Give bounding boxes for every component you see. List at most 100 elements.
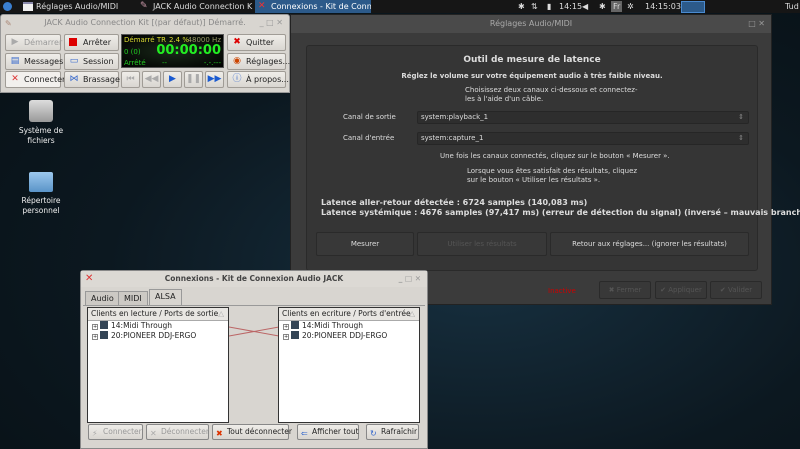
- task-label: Réglages Audio/MIDI: [36, 2, 119, 11]
- output-ports-list[interactable]: Clients en lecture / Ports de sortie △ +1…: [87, 307, 229, 423]
- workspace-switcher[interactable]: [681, 1, 705, 13]
- window-controls[interactable]: _ □ ✕: [399, 271, 421, 287]
- input-channel-select[interactable]: system:capture_1 ⇕: [417, 132, 749, 145]
- client-icon: [291, 331, 299, 339]
- connexions-window: ✕ Connexions - Kit de Connexion Audio JAC…: [80, 270, 428, 449]
- header-label: Clients en lecture / Ports de sortie: [91, 309, 219, 318]
- disconnect-all-button[interactable]: ✖ Tout déconnecter: [212, 424, 292, 440]
- clock-short[interactable]: 14:15: [559, 0, 582, 13]
- rewind-start-button[interactable]: ⏮: [121, 71, 140, 88]
- button-label: Réglages...: [246, 57, 291, 66]
- expand-icon[interactable]: +: [283, 334, 289, 340]
- window-controls[interactable]: □ ✕: [748, 15, 765, 33]
- system-latency: Latence systémique : 4676 samples (97,41…: [321, 208, 800, 217]
- expand-icon[interactable]: +: [92, 324, 98, 330]
- about-button[interactable]: ⓘ À propos...: [227, 71, 289, 88]
- apply-button[interactable]: ✔ Appliquer: [655, 281, 707, 299]
- settings-button[interactable]: ◉ Réglages...: [227, 53, 290, 70]
- select-value: system:capture_1: [421, 134, 484, 142]
- status-display: Démarré TR 2.4 % 48000 Hz 0 (0) 00:00:00…: [121, 34, 224, 68]
- rewind-button[interactable]: ◀◀: [142, 71, 161, 88]
- stop-button[interactable]: Arrêter: [64, 34, 119, 51]
- plug-icon: ⚡: [92, 429, 98, 438]
- when-text: Lorsque vous êtes satisfait des résultat…: [467, 167, 637, 185]
- list-item[interactable]: +14:Midi Through: [88, 321, 228, 331]
- button-label: Fermer: [616, 286, 642, 294]
- messages-button[interactable]: ▤ Messages: [5, 53, 63, 70]
- item-label: 14:Midi Through: [111, 321, 172, 330]
- task-jack[interactable]: ✎ JACK Audio Connection Kit...: [137, 0, 253, 13]
- expand-icon[interactable]: +: [283, 324, 289, 330]
- reglages-titlebar[interactable]: Réglages Audio/MIDI □ ✕: [291, 15, 771, 33]
- home-folder-icon: [29, 172, 53, 192]
- quit-button[interactable]: ✖ Quitter: [227, 34, 286, 51]
- back-button[interactable]: Retour aux réglages... (ignorer les résu…: [550, 232, 749, 256]
- bluetooth-icon-2[interactable]: ✱: [599, 0, 606, 13]
- patchbay-button[interactable]: ⋈ Brassage: [64, 71, 120, 88]
- expand-all-icon: ⇐: [301, 429, 308, 438]
- expand-icon[interactable]: +: [92, 334, 98, 340]
- output-list-header[interactable]: Clients en lecture / Ports de sortie △: [88, 308, 228, 321]
- client-icon: [291, 321, 299, 329]
- keyboard-layout[interactable]: Fr: [611, 1, 623, 12]
- messages-icon: ▤: [10, 56, 20, 66]
- close-button[interactable]: ✖ Fermer: [599, 281, 651, 299]
- bluetooth-icon[interactable]: ✱: [518, 0, 525, 13]
- list-item[interactable]: +14:Midi Through: [279, 321, 419, 331]
- measure-button[interactable]: Mesurer: [316, 232, 414, 256]
- sort-icon: △: [409, 309, 415, 318]
- forward-button[interactable]: ▶▶: [205, 71, 224, 88]
- panel-label[interactable]: Tud: [785, 0, 799, 13]
- button-label: À propos...: [246, 75, 289, 84]
- info-icon: ⓘ: [232, 74, 242, 84]
- desktop-icon-home[interactable]: Répertoire personnel: [11, 172, 71, 216]
- input-ports-list[interactable]: Clients en ecriture / Ports d'entrée △ +1…: [278, 307, 420, 423]
- use-results-button[interactable]: Utiliser les résultats: [417, 232, 547, 256]
- tab-audio[interactable]: Audio: [85, 291, 120, 305]
- connect-button[interactable]: ✕ Connecter: [5, 71, 65, 88]
- output-label: Canal de sortie: [343, 113, 396, 121]
- qjackctl-connect-icon: ✕: [85, 273, 94, 284]
- battery-icon[interactable]: ▮: [547, 0, 551, 13]
- once-text: Une fois les canaux connectés, cliquez s…: [440, 152, 670, 160]
- start-button[interactable]: ▶ Démarrer: [5, 34, 63, 51]
- tab-alsa[interactable]: ALSA: [149, 289, 182, 305]
- list-item[interactable]: +20:PIONEER DDJ-ERGO: [88, 331, 228, 341]
- input-list-header[interactable]: Clients en ecriture / Ports d'entrée △: [279, 308, 419, 321]
- transport-time: 00:00:00: [156, 43, 221, 58]
- desktop-icon-filesystem[interactable]: Système de fichiers: [11, 100, 71, 146]
- play-button[interactable]: ▶: [163, 71, 182, 88]
- clock-full[interactable]: 14:15:03: [645, 0, 681, 13]
- disconnect-icon: ✕: [150, 429, 157, 438]
- pause-button[interactable]: ❚❚: [184, 71, 203, 88]
- ok-button[interactable]: ✔ Valider: [710, 281, 762, 299]
- show-all-button[interactable]: ⇐ Afficher tout: [297, 424, 359, 440]
- refresh-button[interactable]: ↻ Rafraîchir: [366, 424, 419, 440]
- volume-icon[interactable]: ◀: [582, 0, 588, 13]
- play-icon: ▶: [11, 37, 19, 47]
- window-controls[interactable]: _ □ ✕: [260, 15, 283, 31]
- task-connexions[interactable]: ✕ Connexions - Kit de Conne...: [255, 0, 371, 13]
- task-label: JACK Audio Connection Kit...: [153, 2, 253, 11]
- button-label: Rafraîchir: [381, 427, 418, 436]
- disconnect-button[interactable]: ✕ Déconnecter: [146, 424, 209, 440]
- jack-titlebar[interactable]: ✎ JACK Audio Connection Kit [(par défaut)…: [1, 15, 289, 31]
- menu-icon[interactable]: [3, 2, 12, 11]
- button-label: Démarrer: [24, 38, 63, 47]
- quit-icon: ✖: [233, 37, 241, 47]
- connexions-titlebar[interactable]: ✕ Connexions - Kit de Connexion Audio JAC…: [81, 271, 427, 287]
- output-channel-select[interactable]: system:playback_1 ⇕: [417, 111, 749, 124]
- settings-icon[interactable]: ✲: [627, 0, 634, 13]
- header-label: Clients en ecriture / Ports d'entrée: [282, 309, 411, 318]
- list-item[interactable]: +20:PIONEER DDJ-ERGO: [279, 331, 419, 341]
- connect-button[interactable]: ⚡ Connecter: [88, 424, 143, 440]
- desktop-icon-label: Système de fichiers: [18, 126, 64, 145]
- panel-heading: Outil de mesure de latence: [463, 55, 601, 65]
- text-line: Lorsque vous êtes satisfait des résultat…: [467, 167, 638, 175]
- connection-lines: [229, 326, 279, 337]
- tab-midi[interactable]: MIDI: [118, 291, 148, 305]
- select-value: system:playback_1: [421, 113, 489, 121]
- network-icon[interactable]: ⇅: [531, 0, 538, 13]
- task-reglages[interactable]: Réglages Audio/MIDI: [20, 0, 132, 13]
- session-button[interactable]: ▭ Session: [64, 53, 119, 70]
